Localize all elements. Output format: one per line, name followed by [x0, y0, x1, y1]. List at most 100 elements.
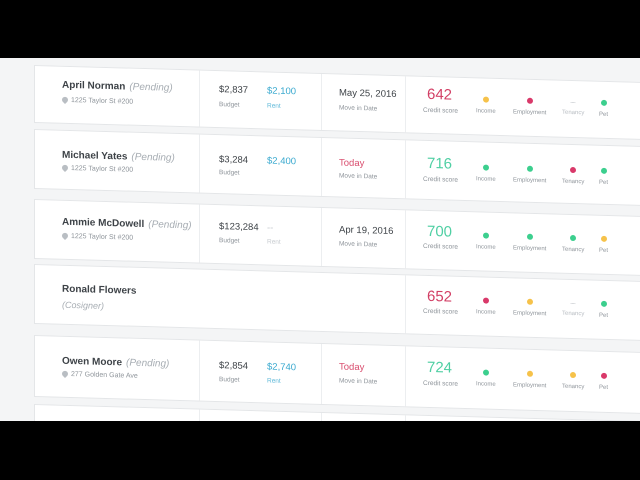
- budget-value: $3,284: [219, 154, 249, 166]
- employment-label: Employment: [513, 310, 547, 318]
- status-dot-icon: [600, 235, 607, 242]
- rent-label: Rent: [267, 377, 281, 385]
- tenancy-indicator[interactable]: Tenancy: [562, 166, 584, 185]
- employment-indicator[interactable]: Employment: [513, 233, 546, 252]
- move-in-date: Apr 19, 2016: [339, 224, 394, 237]
- status-dot-icon: [570, 234, 577, 242]
- status-dot-icon: [526, 233, 533, 240]
- credit-score-label: Credit score: [423, 242, 459, 251]
- income-indicator[interactable]: Income: [476, 297, 496, 316]
- status-dot-icon: [570, 371, 577, 379]
- move-in-date: Today: [339, 361, 365, 374]
- tenancy-indicator[interactable]: Tenancy: [562, 371, 584, 390]
- letterbox-top: [0, 0, 640, 58]
- status-dot-icon: [600, 300, 607, 307]
- applicant-name[interactable]: Owen Moore: [62, 356, 122, 369]
- applicant-name[interactable]: Ammie McDowell: [62, 217, 144, 230]
- letterbox-bottom: [0, 421, 640, 480]
- status-dot-icon: [600, 372, 607, 379]
- pet-indicator[interactable]: Pet: [599, 372, 609, 391]
- budget-value: $123,284: [219, 221, 259, 234]
- applicant-name[interactable]: Michael Yates: [62, 150, 127, 163]
- budget-cell: [199, 409, 321, 421]
- status-dot-icon: [482, 369, 489, 376]
- applicant-status: (Pending): [131, 151, 175, 164]
- table-row[interactable]: Ammie McDowell (Pending) 1225 Taylor St #…: [34, 198, 640, 277]
- status-dash-icon: [570, 302, 577, 306]
- budget-value: $2,837: [219, 84, 249, 96]
- status-dot-icon: [482, 96, 489, 103]
- status-dot-icon: [526, 97, 533, 104]
- table-row[interactable]: Michael Yates (Pending) 1225 Taylor St #2…: [34, 128, 640, 207]
- location-pin-icon: [60, 163, 70, 173]
- applicant-status: (Cosigner): [62, 299, 105, 311]
- table-row[interactable]: April Norman (Pending) 1225 Taylor St #20…: [34, 64, 640, 141]
- applicant-status: (Pending): [126, 357, 170, 370]
- credit-score-value: 652: [427, 287, 453, 306]
- income-indicator[interactable]: Income: [476, 369, 496, 388]
- rent-value: $2,740: [267, 361, 297, 374]
- credit-score-label: Credit score: [423, 175, 459, 184]
- applicant-cell: Michael Yates (Pending) 1225 Taylor St #2…: [35, 130, 199, 193]
- budget-label: Budget: [219, 237, 240, 245]
- status-dot-icon: [600, 99, 607, 106]
- income-indicator[interactable]: Income: [476, 96, 496, 115]
- credit-score-value: 716: [427, 154, 453, 173]
- income-indicator[interactable]: Income: [476, 164, 496, 183]
- employment-indicator[interactable]: Employment: [513, 298, 546, 317]
- pet-label: Pet: [599, 111, 609, 118]
- credit-score-label: Credit score: [423, 307, 459, 316]
- tenancy-indicator[interactable]: Tenancy: [562, 99, 585, 117]
- pet-indicator[interactable]: Pet: [599, 99, 609, 118]
- applicant-cell: [35, 405, 199, 421]
- employment-label: Employment: [513, 109, 547, 117]
- credit-score-value: 642: [427, 85, 453, 104]
- pet-label: Pet: [599, 384, 609, 391]
- credit-score-label: Credit score: [423, 379, 459, 388]
- table-row[interactable]: Owen Moore (Pending) 277 Golden Gate Ave …: [34, 334, 640, 415]
- income-label: Income: [476, 108, 496, 115]
- applicant-name[interactable]: April Norman: [62, 80, 125, 93]
- applicant-address: 1225 Taylor St #200: [71, 232, 134, 242]
- table-row[interactable]: Ronald Flowers (Cosigner) 652 Credit sco…: [34, 263, 640, 342]
- pet-indicator[interactable]: Pet: [599, 300, 609, 319]
- budget-cell: $123,284 Budget -- Rent: [199, 204, 321, 266]
- status-dot-icon: [526, 370, 533, 377]
- pet-indicator[interactable]: Pet: [599, 167, 609, 186]
- income-indicator[interactable]: Income: [476, 232, 496, 251]
- rent-value: $2,100: [267, 85, 297, 98]
- employment-indicator[interactable]: Employment: [513, 370, 546, 389]
- status-dot-icon: [482, 297, 489, 304]
- move-in-cell: Today Move in Date: [321, 137, 405, 199]
- screening-cell: 652 Credit score Income Employment Tenan…: [405, 275, 640, 341]
- applicant-cell: Ronald Flowers (Cosigner): [35, 265, 405, 333]
- tenancy-label: Tenancy: [562, 109, 585, 117]
- applicant-address: 1225 Taylor St #200: [71, 164, 134, 174]
- budget-value: $2,854: [219, 360, 249, 372]
- credit-score-value: 724: [427, 358, 453, 377]
- budget-cell: $2,837 Budget $2,100 Rent: [199, 70, 321, 130]
- budget-label: Budget: [219, 101, 240, 109]
- applicant-address: 277 Golden Gate Ave: [71, 370, 138, 380]
- pet-label: Pet: [599, 312, 609, 319]
- budget-cell: $2,854 Budget $2,740 Rent: [199, 340, 321, 404]
- rent-label: Rent: [267, 238, 281, 246]
- screening-cell: 642 Credit score Income Employment Tenan…: [405, 76, 640, 140]
- employment-indicator[interactable]: Employment: [513, 97, 546, 116]
- applicant-name[interactable]: Ronald Flowers: [62, 284, 136, 297]
- tenancy-label: Tenancy: [562, 246, 585, 254]
- applicant-cell: Owen Moore (Pending) 277 Golden Gate Ave: [35, 336, 199, 401]
- status-dot-icon: [600, 167, 607, 174]
- move-in-date: May 25, 2016: [339, 87, 397, 101]
- tenancy-indicator[interactable]: Tenancy: [562, 300, 584, 317]
- income-label: Income: [476, 176, 496, 183]
- tenancy-indicator[interactable]: Tenancy: [562, 234, 585, 254]
- income-label: Income: [476, 309, 496, 316]
- location-pin-icon: [60, 231, 70, 241]
- rent-value: $2,400: [267, 155, 297, 168]
- status-dot-icon: [570, 166, 577, 174]
- pet-indicator[interactable]: Pet: [599, 235, 608, 254]
- employment-label: Employment: [513, 382, 547, 390]
- employment-indicator[interactable]: Employment: [513, 165, 546, 184]
- pet-label: Pet: [599, 179, 609, 186]
